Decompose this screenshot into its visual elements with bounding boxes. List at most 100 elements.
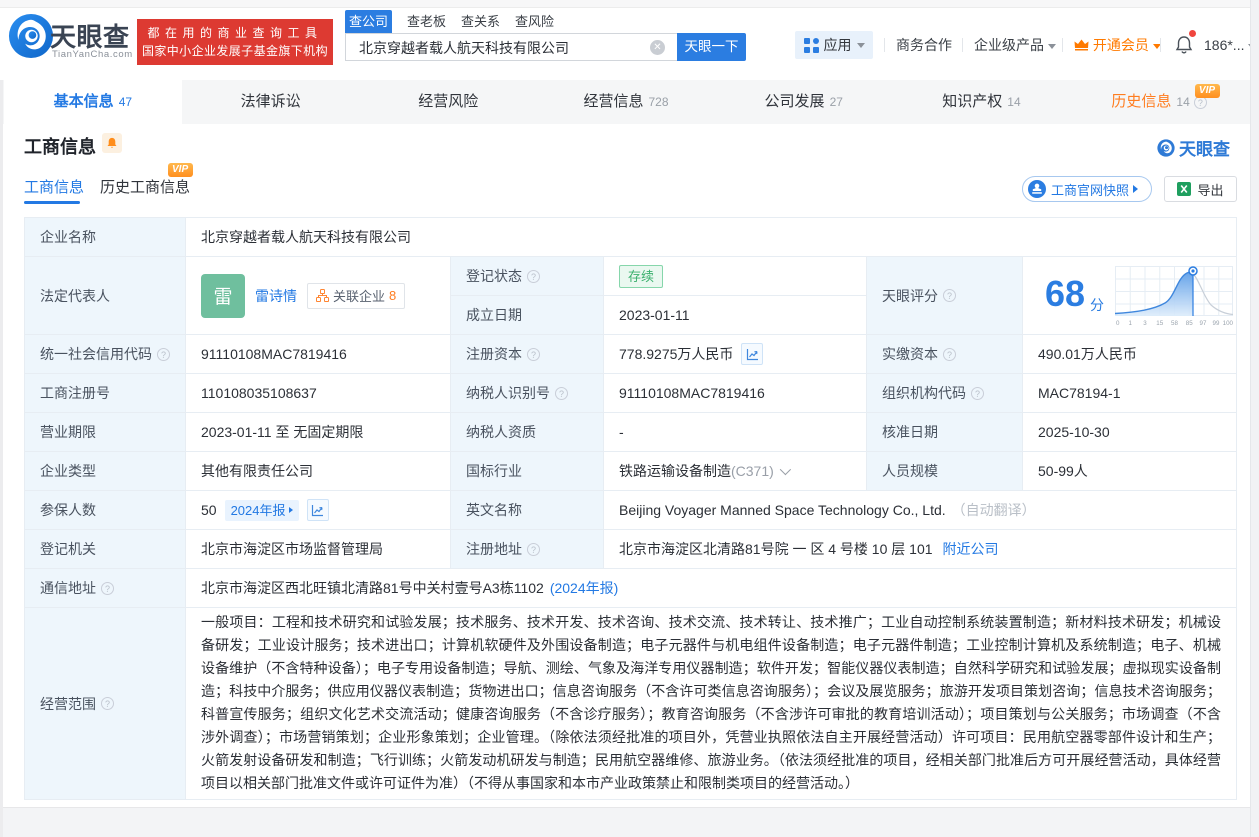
term-label: 营业期限 <box>25 413 185 451</box>
reg-status-label: 登记状态? <box>451 257 603 295</box>
apps-menu[interactable]: 应用 <box>795 31 873 59</box>
svg-text:0: 0 <box>1116 320 1120 327</box>
crown-icon <box>1074 39 1089 51</box>
capital-trend-button[interactable] <box>741 343 763 365</box>
menu-cooperation[interactable]: 商务合作 <box>896 31 952 59</box>
nearby-companies-link[interactable]: 附近公司 <box>943 539 999 559</box>
paid-capital-label: 实缴资本? <box>867 335 1022 373</box>
menu-separator <box>1160 38 1161 52</box>
authority-value: 北京市海淀区市场监督管理局 <box>186 530 450 568</box>
menu-vip[interactable]: 开通会员 <box>1074 31 1161 59</box>
tab-operation[interactable]: 经营信息728 <box>537 80 715 124</box>
help-icon[interactable]: ? <box>555 387 568 400</box>
annual-report-chip[interactable]: 2024年报 <box>225 500 299 521</box>
svg-text:15: 15 <box>1156 320 1163 327</box>
reg-address-label: 注册地址? <box>451 530 603 568</box>
staff-value: 50-99人 <box>1023 452 1236 490</box>
svg-text:99: 99 <box>1213 320 1220 327</box>
export-button[interactable]: 导出 <box>1164 176 1237 202</box>
clear-search-icon[interactable]: ✕ <box>650 40 665 55</box>
legal-rep-label: 法定代表人 <box>25 257 185 334</box>
mail-address-cell: 北京市海淀区西北旺镇北清路81号中关村壹号A3栋1102(2024年报) <box>186 569 1236 607</box>
svg-text:3: 3 <box>1143 320 1147 327</box>
reg-no-value: 110108035108637 <box>186 374 450 412</box>
company-name-label: 企业名称 <box>25 218 185 256</box>
authority-label: 登记机关 <box>25 530 185 568</box>
help-icon[interactable]: ? <box>101 697 114 710</box>
company-name-value: 北京穿越者载人航天科技有限公司 <box>186 218 1236 256</box>
tab-risk[interactable]: 经营风险 <box>359 80 537 124</box>
tab-legal[interactable]: 法律诉讼 <box>182 80 360 124</box>
tab-development[interactable]: 公司发展27 <box>715 80 893 124</box>
legal-rep-link[interactable]: 雷诗情 <box>255 286 297 306</box>
search-tab-company[interactable]: 查公司 <box>345 10 392 33</box>
mail-report-link[interactable]: (2024年报) <box>550 578 618 598</box>
help-icon[interactable]: ? <box>943 348 956 361</box>
company-type-label: 企业类型 <box>25 452 185 490</box>
industry-expand-icon[interactable] <box>780 464 791 475</box>
table-row: 经营范围? 一般项目：工程和技术研究和试验发展；技术服务、技术开发、技术咨询、技… <box>25 608 1236 799</box>
est-date-value: 2023-01-11 <box>604 296 866 334</box>
help-icon[interactable]: ? <box>157 348 170 361</box>
help-icon[interactable]: ? <box>527 270 540 283</box>
tab-ip[interactable]: 知识产权14 <box>893 80 1071 124</box>
term-value: 2023-01-11 至 无固定期限 <box>186 413 450 451</box>
subtab-underline <box>24 201 80 204</box>
help-icon[interactable]: ? <box>101 582 114 595</box>
trend-chart-icon <box>311 504 324 517</box>
user-phone[interactable]: 186*... <box>1204 31 1256 59</box>
org-code-label: 组织机构代码? <box>867 374 1022 412</box>
help-icon[interactable]: ? <box>943 289 956 302</box>
search-button[interactable]: 天眼一下 <box>677 33 746 61</box>
score-curve-chart: 0 1 3 15 58 85 97 99 100 <box>1115 266 1233 328</box>
tab-history[interactable]: 历史信息14 ? VIP <box>1070 80 1248 124</box>
help-icon[interactable]: ? <box>971 387 984 400</box>
monitor-bell-button[interactable] <box>102 133 122 153</box>
legal-rep-avatar[interactable]: 雷 <box>201 274 245 318</box>
mail-address-label: 通信地址? <box>25 569 185 607</box>
status-badge: 存续 <box>619 265 663 288</box>
en-name-label: 英文名称 <box>451 491 603 529</box>
menu-enterprise[interactable]: 企业级产品 <box>974 31 1056 59</box>
search-tab-risk[interactable]: 查风险 <box>515 10 554 33</box>
reg-capital-cell: 778.9275万人民币 <box>604 335 866 373</box>
scrollbar[interactable] <box>1250 0 1259 837</box>
notification-bell-icon[interactable] <box>1174 35 1194 55</box>
subtab-vip-badge: VIP <box>168 163 193 177</box>
legal-rep-cell: 雷 雷诗情 关联企业 8 <box>186 257 450 334</box>
table-row: 参保人数 50 2024年报 英文名称 Beijing Voyager Mann… <box>25 491 1236 529</box>
taxpayer-qual-value: - <box>604 413 866 451</box>
svg-text:58: 58 <box>1171 320 1178 327</box>
reg-status-cell: 存续 <box>604 257 866 295</box>
search-tab-relation[interactable]: 查关系 <box>461 10 500 33</box>
score-cell[interactable]: 68 分 <box>1023 257 1236 334</box>
watermark-logo: 天眼查 <box>1157 135 1230 160</box>
brand-domain: TianYanCha.com <box>52 49 133 60</box>
official-snapshot-button[interactable]: 工商官网快照 <box>1022 176 1152 202</box>
tab-basic-info[interactable]: 基本信息47 <box>4 80 182 124</box>
bottom-strip <box>0 807 1250 837</box>
paid-capital-value: 490.01万人民币 <box>1023 335 1236 373</box>
help-icon[interactable]: ? <box>527 348 540 361</box>
svg-text:97: 97 <box>1200 320 1207 327</box>
help-icon[interactable]: ? <box>527 543 540 556</box>
history-vip-badge: VIP <box>1195 84 1220 98</box>
related-companies-chip[interactable]: 关联企业 8 <box>307 283 405 309</box>
tianyancha-logo-icon[interactable] <box>8 13 54 59</box>
stamp-icon <box>1028 180 1046 198</box>
en-name-cell: Beijing Voyager Manned Space Technology … <box>604 491 1236 529</box>
table-row: 企业名称 北京穿越者载人航天科技有限公司 <box>25 218 1236 256</box>
subtab-business-info[interactable]: 工商信息 <box>24 176 84 197</box>
reg-no-label: 工商注册号 <box>25 374 185 412</box>
subtab-history-business[interactable]: 历史工商信息 <box>100 176 190 197</box>
taxpayer-id-label: 纳税人识别号? <box>451 374 603 412</box>
insured-trend-button[interactable] <box>307 499 329 521</box>
search-tab-boss[interactable]: 查老板 <box>407 10 446 33</box>
search-box <box>345 33 677 61</box>
search-input[interactable] <box>357 34 651 62</box>
alarm-bell-icon <box>106 137 118 149</box>
promo-banner: 都在用的商业查询工具 国家中小企业发展子基金旗下机构 <box>137 19 333 65</box>
table-row: 工商注册号 110108035108637 纳税人识别号? 91110108MA… <box>25 374 1236 412</box>
reg-capital-label: 注册资本? <box>451 335 603 373</box>
company-nav-bar: 基本信息47 法律诉讼 经营风险 经营信息728 公司发展27 知识产权14 历… <box>0 80 1259 124</box>
